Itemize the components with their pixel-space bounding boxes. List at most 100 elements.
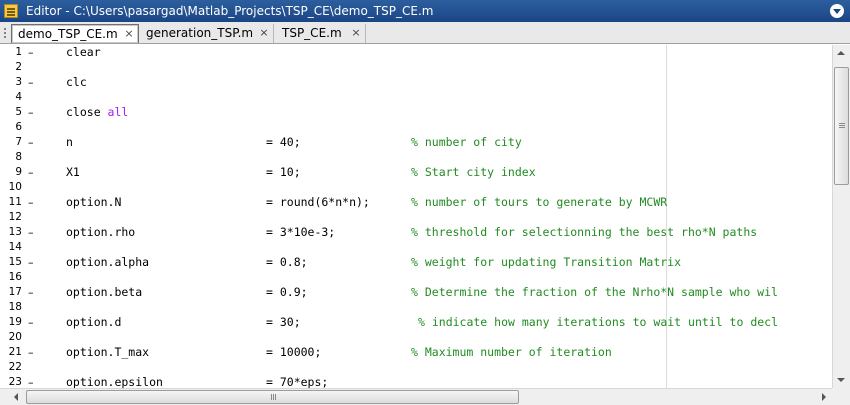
code-line[interactable]: 22: [0, 360, 832, 375]
code-line[interactable]: 17– option.beta = 0.9; % Determine the frac…: [0, 285, 832, 300]
tab-label: generation_TSP.m: [146, 26, 254, 40]
line-number: 16: [8, 271, 22, 283]
code-text: option.T_max: [66, 345, 149, 360]
window-menu-dropdown-icon[interactable]: [830, 4, 844, 18]
horizontal-scrollbar[interactable]: [0, 388, 832, 405]
code-comment: % number of city: [411, 135, 522, 149]
executable-line-marker[interactable]: –: [28, 165, 34, 180]
line-number: 6: [15, 121, 22, 133]
line-number: 20: [8, 331, 22, 343]
code-assignment: = 40;: [266, 135, 301, 149]
line-number: 10: [8, 181, 22, 193]
window-title: Editor - C:\Users\pasargad\Matlab_Projec…: [26, 4, 434, 18]
line-number: 1: [15, 46, 22, 58]
line-number: 3: [15, 76, 22, 88]
code-editor[interactable]: 1– clear 2 3– clc 4 5– close all 6 7– n = 40;% numb…: [0, 45, 850, 388]
line-number: 23: [8, 376, 22, 388]
code-comment: % indicate how many iterations to wait u…: [418, 315, 779, 329]
code-line[interactable]: 14: [0, 240, 832, 255]
line-number: 13: [8, 226, 22, 238]
code-identifier: option.T_max: [66, 345, 150, 359]
line-number: 2: [15, 61, 22, 73]
code-assignment: = 0.9;: [266, 285, 308, 299]
code-comment: % Determine the fraction of the Nrho*N s…: [411, 285, 778, 299]
code-comment: % number of tours to generate by MCWR: [411, 195, 668, 209]
tab-generation-tsp[interactable]: generation_TSP.m ×: [140, 24, 274, 43]
code-line[interactable]: 21– option.T_max = 10000; % Maximum number …: [0, 345, 832, 360]
code-text: close all: [66, 105, 128, 120]
line-number: 12: [8, 211, 22, 223]
executable-line-marker[interactable]: –: [28, 375, 34, 388]
code-line[interactable]: 1– clear: [0, 45, 832, 60]
code-line[interactable]: 2: [0, 60, 832, 75]
scroll-right-arrow-icon[interactable]: [815, 389, 832, 405]
code-identifier: n: [66, 135, 73, 149]
title-bar: Editor - C:\Users\pasargad\Matlab_Projec…: [0, 0, 850, 22]
code-identifier: clear: [66, 45, 101, 59]
code-identifier: option.rho: [66, 225, 136, 239]
tab-close-icon[interactable]: ×: [258, 24, 270, 42]
code-identifier: option.epsilon: [66, 375, 163, 388]
horizontal-scroll-thumb[interactable]: [26, 390, 519, 404]
code-text: clear: [66, 45, 101, 60]
executable-line-marker[interactable]: –: [28, 345, 34, 360]
line-number: 5: [15, 106, 22, 118]
executable-line-marker[interactable]: –: [28, 105, 34, 120]
code-text: option.epsilon: [66, 375, 163, 388]
tab-close-icon[interactable]: ×: [350, 24, 362, 42]
code-assignment: = 0.8;: [266, 255, 308, 269]
scroll-left-arrow-icon[interactable]: [8, 389, 25, 405]
code-text: option.beta: [66, 285, 142, 300]
code-comment: % Maximum number of iteration: [411, 345, 612, 359]
code-identifier: X1: [66, 165, 80, 179]
code-comment: % threshold for selectionning the best r…: [411, 225, 758, 239]
scroll-down-arrow-icon[interactable]: [833, 371, 850, 388]
executable-line-marker[interactable]: –: [28, 255, 34, 270]
line-number: 15: [8, 256, 22, 268]
code-text: option.rho: [66, 225, 135, 240]
executable-line-marker[interactable]: –: [28, 285, 34, 300]
scroll-up-arrow-icon[interactable]: [833, 45, 850, 62]
code-line[interactable]: 11– option.N = round(6*n*n); % number of to…: [0, 195, 832, 210]
executable-line-marker[interactable]: –: [28, 315, 34, 330]
code-line[interactable]: 6: [0, 120, 832, 135]
code-text: n: [66, 135, 73, 150]
executable-line-marker[interactable]: –: [28, 135, 34, 150]
executable-line-marker[interactable]: –: [28, 225, 34, 240]
code-identifier: option.d: [66, 315, 122, 329]
line-number: 21: [8, 346, 22, 358]
code-identifier: option.beta: [66, 285, 143, 299]
code-line[interactable]: 23– option.epsilon = 70*eps;: [0, 375, 832, 388]
line-number: 4: [15, 91, 22, 103]
code-line[interactable]: 12: [0, 210, 832, 225]
code-line[interactable]: 18: [0, 300, 832, 315]
tab-tsp-ce[interactable]: TSP_CE.m ×: [276, 24, 366, 43]
tab-bar-grip-icon[interactable]: [3, 27, 7, 39]
code-line[interactable]: 13– option.rho = 3*10e-3; % threshold for s…: [0, 225, 832, 240]
executable-line-marker[interactable]: –: [28, 195, 34, 210]
editor-app-icon: [4, 4, 18, 18]
code-line[interactable]: 7– n = 40; % number of city: [0, 135, 832, 150]
executable-line-marker[interactable]: –: [28, 75, 34, 90]
line-number: 14: [8, 241, 22, 253]
code-line[interactable]: 8: [0, 150, 832, 165]
code-identifier: option.N: [66, 195, 122, 209]
tab-demo-tsp-ce[interactable]: demo_TSP_CE.m ×: [11, 24, 139, 43]
vertical-scrollbar[interactable]: [832, 45, 850, 388]
code-line[interactable]: 19– option.d = 30; % indicate how many iter…: [0, 315, 832, 330]
executable-line-marker[interactable]: –: [28, 45, 34, 60]
code-line[interactable]: 9– X1 = 10; % Start city index: [0, 165, 832, 180]
code-identifier: option.alpha: [66, 255, 150, 269]
code-line[interactable]: 15– option.alpha = 0.8; % weight for updati…: [0, 255, 832, 270]
code-line[interactable]: 20: [0, 330, 832, 345]
code-line[interactable]: 16: [0, 270, 832, 285]
code-line[interactable]: 4: [0, 90, 832, 105]
code-assignment: = 70*eps;: [266, 375, 329, 388]
code-line[interactable]: 3– clc: [0, 75, 832, 90]
code-line[interactable]: 5– close all: [0, 105, 832, 120]
line-number: 17: [8, 286, 22, 298]
code-line[interactable]: 10: [0, 180, 832, 195]
tab-close-icon[interactable]: ×: [123, 25, 135, 43]
vertical-scroll-thumb[interactable]: [834, 67, 849, 185]
tab-label: demo_TSP_CE.m: [18, 27, 118, 41]
